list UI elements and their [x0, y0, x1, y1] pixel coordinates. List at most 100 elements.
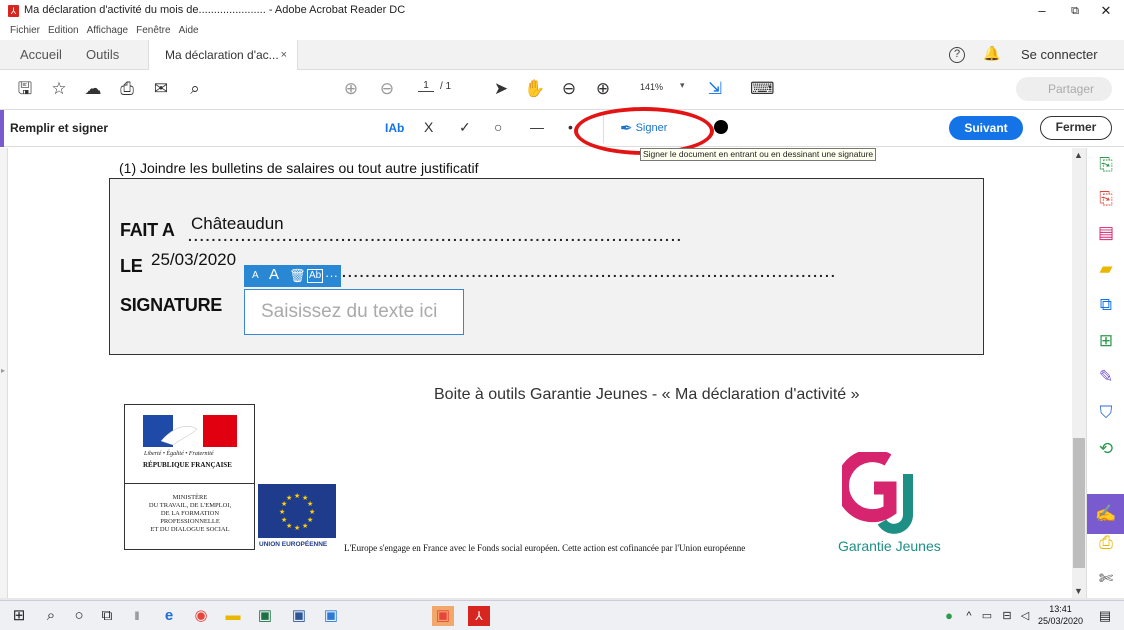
more-tools-icon[interactable]: ✄	[1095, 568, 1117, 590]
svg-text:★: ★	[294, 492, 300, 500]
zoom-level[interactable]: 141%	[640, 82, 663, 92]
create-pdf-icon[interactable]: ⎘	[1095, 188, 1117, 210]
notifications-icon[interactable]: ▤	[1094, 606, 1116, 626]
scroll-down-icon[interactable]: ▼	[1074, 586, 1083, 596]
volume-icon[interactable]: ◁	[1014, 606, 1036, 626]
print-icon[interactable]: ⎙	[116, 78, 138, 100]
file-explorer-icon[interactable]: ▬	[222, 606, 244, 626]
fit-page-icon[interactable]: ⇲	[704, 78, 726, 100]
svg-text:★: ★	[309, 508, 315, 516]
vertical-scrollbar[interactable]: ▲ ▼	[1072, 148, 1086, 598]
taskbar-clock[interactable]: 13:41 25/03/2020	[1038, 603, 1083, 627]
menu-fichier[interactable]: Fichier	[10, 25, 40, 36]
select-cursor-icon[interactable]: ➤	[490, 78, 512, 100]
dot-tool[interactable]: •	[568, 119, 573, 135]
menu-affichage[interactable]: Affichage	[87, 25, 129, 36]
next-button[interactable]: Suivant	[949, 116, 1023, 140]
save-icon[interactable]: 🖫	[14, 78, 36, 100]
signature-label: SIGNATURE	[120, 295, 222, 315]
fill-sign-tool-icon[interactable]: ✎	[1095, 366, 1117, 388]
increase-font-icon[interactable]: A	[269, 266, 279, 283]
color-picker-swatch[interactable]	[714, 120, 728, 134]
word-icon[interactable]: ▣	[288, 606, 310, 626]
maximize-button[interactable]: ⧉	[1065, 5, 1085, 18]
expand-arrow-icon[interactable]: ▸	[1, 366, 5, 375]
tab-close-icon[interactable]: ×	[281, 40, 287, 70]
share-button[interactable]: Partager	[1016, 77, 1112, 101]
menu-bar: Fichier Edition Affichage Fenêtre Aide	[0, 22, 1124, 38]
tab-document[interactable]: Ma déclaration d'ac... ×	[148, 40, 298, 70]
check-tool[interactable]: ✓	[459, 119, 471, 136]
add-text-tool[interactable]: IAb	[385, 121, 404, 135]
upload-cloud-icon[interactable]: ☁	[82, 78, 104, 100]
field-type-icon[interactable]: Ab	[307, 269, 324, 283]
marianne-flag-icon	[143, 415, 237, 447]
export-pdf-icon[interactable]: ⎘	[1095, 154, 1117, 176]
page-number-input[interactable]: 1	[418, 80, 434, 92]
line-tool[interactable]: —	[530, 119, 544, 135]
combine-files-icon[interactable]: ⧉	[1095, 294, 1117, 316]
svg-text:★: ★	[307, 500, 313, 508]
battery-icon[interactable]: ▭	[976, 606, 998, 626]
search-taskbar-icon[interactable]: ⌕	[40, 606, 62, 626]
star-icon[interactable]: ☆	[48, 78, 70, 100]
fait-a-dots: ........................................…	[188, 228, 683, 244]
acrobat-taskbar-icon[interactable]: ⅄	[468, 606, 490, 626]
separator-icon: ‖	[134, 609, 140, 623]
search-icon[interactable]: ⌕	[184, 78, 206, 100]
left-panel-toggle[interactable]: ▸	[0, 148, 8, 598]
scroll-thumb[interactable]	[1073, 438, 1085, 568]
window-title: Ma déclaration d'activité du mois de....…	[24, 4, 406, 16]
menu-aide[interactable]: Aide	[179, 25, 199, 36]
cortana-icon[interactable]: ○	[68, 606, 90, 626]
excel-icon[interactable]: ▣	[254, 606, 276, 626]
ministere-line: MINISTÈRE	[172, 494, 208, 501]
chrome-icon[interactable]: ◉	[190, 606, 212, 626]
edge-icon[interactable]: e	[158, 606, 180, 626]
windows-start-icon[interactable]: ⊞	[8, 606, 30, 626]
footer-title: Boite à outils Garantie Jeunes - « Ma dé…	[434, 386, 860, 403]
page-down-icon[interactable]: ⊖	[376, 78, 398, 100]
signature-text-field[interactable]: Saisissez du texte ici	[244, 289, 464, 335]
menu-fenetre[interactable]: Fenêtre	[136, 25, 170, 36]
scan-icon[interactable]: ⟲	[1095, 438, 1117, 460]
bell-icon[interactable]: 🔔	[983, 45, 1000, 62]
scroll-up-icon[interactable]: ▲	[1074, 150, 1083, 160]
cross-tool[interactable]: X	[424, 119, 433, 135]
tab-accueil[interactable]: Accueil	[20, 40, 62, 70]
task-view-icon[interactable]: ⧉	[96, 606, 118, 626]
help-icon[interactable]: ?	[949, 47, 965, 63]
circle-tool[interactable]: ○	[494, 119, 502, 135]
zoom-caret-icon[interactable]: ▾	[680, 80, 685, 91]
svg-text:★: ★	[294, 524, 300, 532]
mail-icon[interactable]: ✉	[150, 78, 172, 100]
teams-app-icon[interactable]: ▣	[432, 606, 454, 626]
menu-edition[interactable]: Edition	[48, 25, 79, 36]
ministere-line: DE LA FORMATION	[160, 510, 220, 517]
outlook-icon[interactable]: ▣	[320, 606, 342, 626]
hand-tool-icon[interactable]: ✋	[524, 78, 546, 100]
share-label: Partager	[1047, 82, 1095, 96]
trash-icon[interactable]: 🗑	[289, 268, 306, 284]
tools-panel: ⎘ ⎘ ▤ ▰ ⧉ ⊞ ✎ ⛉ ⟲ ✍ ⎙ ✄	[1086, 148, 1124, 598]
zoom-out-icon[interactable]: ⊖	[558, 78, 580, 100]
keyboard-icon[interactable]: ⌨	[750, 78, 775, 100]
help-tray-icon[interactable]: ●	[938, 606, 960, 626]
minimize-button[interactable]: –	[1032, 3, 1052, 18]
decrease-font-icon[interactable]: A	[252, 270, 259, 281]
more-options-icon[interactable]: ···	[325, 268, 338, 283]
le-value[interactable]: 25/03/2020	[151, 250, 236, 270]
page-up-icon[interactable]: ⊕	[340, 78, 362, 100]
edit-pdf-icon[interactable]: ▤	[1095, 222, 1117, 244]
sign-in-link[interactable]: Se connecter	[1021, 47, 1098, 62]
garantie-jeunes-label: Garantie Jeunes	[838, 538, 941, 554]
send-file-icon[interactable]: ⎙	[1095, 532, 1117, 554]
close-window-button[interactable]: ✕	[1096, 3, 1116, 19]
tab-outils[interactable]: Outils	[86, 40, 119, 70]
close-fill-sign-button[interactable]: Fermer	[1040, 116, 1112, 140]
zoom-in-icon[interactable]: ⊕	[592, 78, 614, 100]
protect-shield-icon[interactable]: ⛉	[1095, 402, 1117, 424]
organize-pages-icon[interactable]: ⊞	[1095, 330, 1117, 352]
sign-tool-icon[interactable]: ✍	[1095, 503, 1117, 525]
comment-icon[interactable]: ▰	[1095, 258, 1117, 280]
